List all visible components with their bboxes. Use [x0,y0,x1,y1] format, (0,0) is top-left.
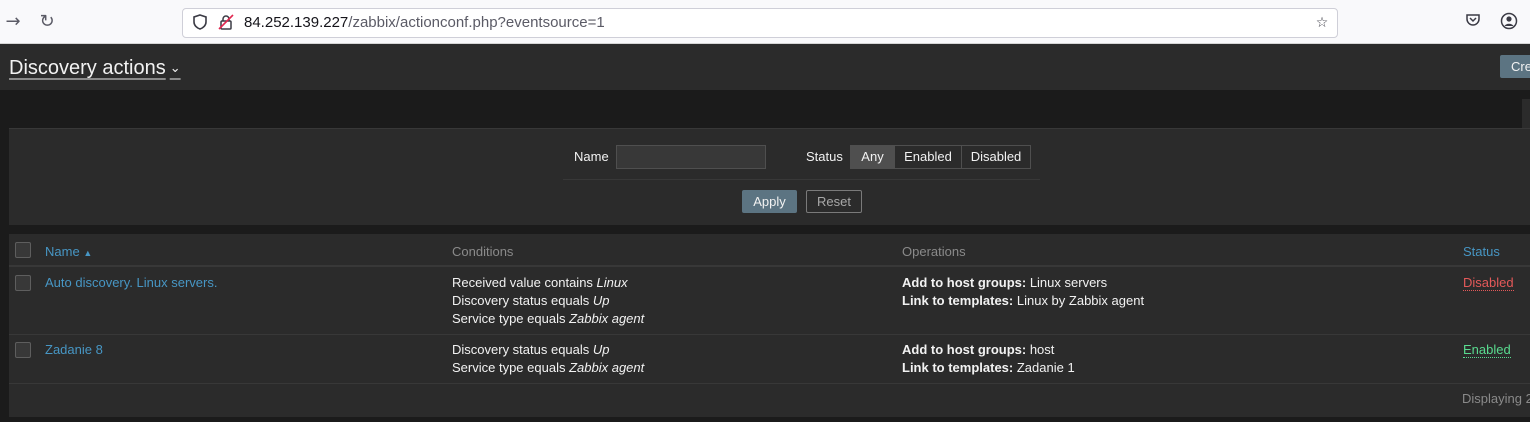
column-header-operations: Operations [902,244,966,259]
column-header-name[interactable]: Name ▲ [45,244,92,261]
shield-icon[interactable] [191,14,209,32]
filter-tab-strip [9,98,1530,128]
operation-line: Link to templates: Linux by Zabbix agent [902,293,1145,308]
operation-line: Link to templates: Zadanie 1 [902,360,1075,375]
column-header-conditions: Conditions [452,244,514,259]
condition-line: Service type equals Zabbix agent [452,360,645,375]
operation-line: Add to host groups: Linux servers [902,275,1108,290]
row-checkbox[interactable] [15,275,31,291]
account-icon[interactable] [1499,12,1519,32]
action-name-link[interactable]: Auto discovery. Linux servers. [45,274,217,292]
url-bar[interactable]: 84.252.139.227/zabbix/actionconf.php?eve… [182,8,1338,38]
page-title[interactable]: Discovery actions ⌄ [9,56,181,80]
sort-ascending-icon: ▲ [83,248,93,258]
condition-line: Service type equals Zabbix agent [452,311,645,326]
row-divider [9,383,1530,384]
page-header [0,44,1530,90]
condition-line: Discovery status equals Up [452,342,610,357]
chevron-down-icon[interactable]: ⌄ [170,60,181,75]
reload-icon[interactable]: ↻ [36,11,58,33]
bookmark-star-icon[interactable]: ☆ [1313,14,1331,32]
apply-button[interactable]: Apply [742,190,797,213]
reset-button[interactable]: Reset [806,190,862,213]
status-disabled-option[interactable]: Disabled [961,145,1031,169]
condition-line: Discovery status equals Up [452,293,610,308]
insecure-lock-icon[interactable] [217,14,235,32]
row-checkbox[interactable] [15,342,31,358]
status-toggle-link[interactable]: Enabled [1463,341,1511,359]
pocket-icon[interactable] [1463,12,1483,32]
condition-line: Received value contains Linux [452,275,628,290]
create-action-button[interactable]: Create action [1500,55,1530,78]
status-enabled-option[interactable]: Enabled [894,145,962,169]
table-stats: Displaying 2 of 2 found [1462,391,1530,406]
filter-status-label: Status [806,149,843,164]
url-text[interactable]: 84.252.139.227/zabbix/actionconf.php?eve… [244,14,605,32]
status-any-option[interactable]: Any [850,145,895,169]
row-divider [9,334,1530,335]
filter-name-input[interactable] [616,145,766,169]
browser-toolbar: → ↻ 84.252.139.227/zabbix/actionconf.php… [0,0,1530,44]
table-header-row [9,235,1530,267]
select-all-checkbox[interactable] [15,242,31,258]
filter-tab[interactable] [1522,99,1530,129]
arrow-right-icon[interactable]: → [2,11,24,33]
status-toggle-link[interactable]: Disabled [1463,274,1514,292]
filter-name-label: Name [574,149,609,164]
action-name-link[interactable]: Zadanie 8 [45,341,103,359]
operation-line: Add to host groups: host [902,342,1055,357]
column-header-status[interactable]: Status [1463,244,1500,259]
filter-divider [563,179,1040,180]
